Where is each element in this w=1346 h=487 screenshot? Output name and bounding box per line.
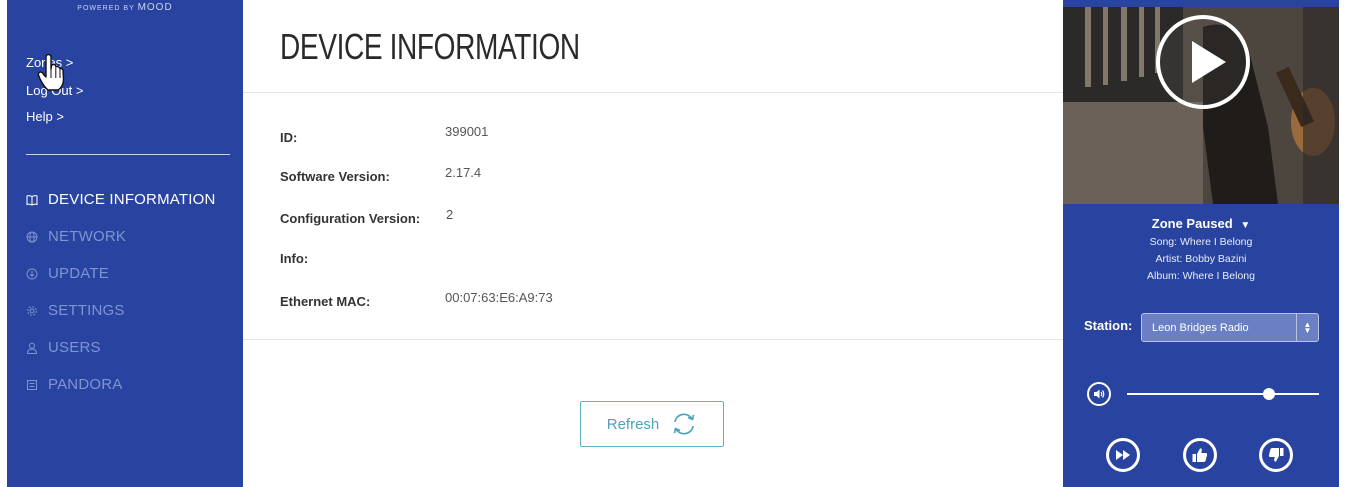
thumbs-down-button[interactable] — [1259, 438, 1293, 472]
sidebar-item-settings[interactable]: SETTINGS — [26, 292, 216, 329]
info-value: 399001 — [445, 124, 489, 139]
sidebar-item-label: SETTINGS — [48, 302, 125, 319]
info-value: 00:07:63:E6:A9:73 — [445, 290, 553, 305]
content-divider — [243, 339, 1063, 340]
sidebar-item-users[interactable]: USERS — [26, 329, 216, 366]
sidebar-item-label: UPDATE — [48, 265, 109, 282]
now-playing-panel: Zone Paused ▼ Song: Where I Belong Artis… — [1063, 0, 1339, 487]
info-label: Software Version: — [280, 169, 390, 184]
volume-slider-handle[interactable] — [1263, 388, 1276, 400]
account-links: Zones > Log Out > Help > — [26, 54, 83, 130]
page-title: DEVICE INFORMATION — [280, 26, 580, 67]
sidebar-item-update[interactable]: UPDATE — [26, 255, 216, 292]
info-value: 2 — [446, 207, 454, 222]
refresh-label: Refresh — [606, 415, 660, 433]
thumbs-down-icon — [1268, 448, 1284, 462]
skip-icon — [1116, 450, 1130, 460]
pandora-icon — [26, 379, 44, 391]
play-icon — [1192, 41, 1226, 83]
powered-by-text: POWERED BY — [77, 5, 135, 12]
user-icon — [26, 342, 44, 354]
zone-status-dropdown[interactable]: Zone Paused ▼ — [1063, 216, 1339, 231]
zone-status-label: Zone Paused — [1151, 216, 1233, 231]
zones-link[interactable]: Zones > — [26, 54, 83, 76]
refresh-button[interactable]: Refresh — [580, 401, 724, 447]
sidebar-item-network[interactable]: NETWORK — [26, 218, 216, 255]
brand-name: MOOD — [137, 2, 173, 13]
skip-button[interactable] — [1106, 438, 1140, 472]
sidebar-item-label: USERS — [48, 339, 101, 356]
sidebar-nav: DEVICE INFORMATION NETWORK UPDATE SETTIN… — [26, 181, 216, 403]
sidebar: POWERED BY MOOD Zones > Log Out > Help >… — [7, 0, 243, 487]
volume-icon[interactable] — [1087, 382, 1111, 406]
sidebar-item-device-information[interactable]: DEVICE INFORMATION — [26, 181, 216, 218]
gear-icon — [26, 305, 44, 317]
station-label: Station: — [1084, 318, 1133, 333]
help-link[interactable]: Help > — [26, 108, 83, 130]
select-arrows-icon: ▲ ▼ — [1296, 314, 1318, 341]
title-divider — [243, 92, 1063, 93]
thumbs-up-icon — [1192, 448, 1208, 462]
info-label: Ethernet MAC: — [280, 294, 371, 309]
volume-slider-track[interactable] — [1127, 393, 1319, 395]
sidebar-item-label: NETWORK — [48, 228, 127, 245]
artist-info: Artist: Bobby Bazini — [1155, 253, 1247, 265]
station-select[interactable]: Leon Bridges Radio ▲ ▼ — [1141, 313, 1319, 342]
info-value: 2.17.4 — [445, 165, 482, 180]
logout-link[interactable]: Log Out > — [26, 82, 83, 104]
station-selected-value: Leon Bridges Radio — [1152, 321, 1249, 334]
thumbs-up-button[interactable] — [1183, 438, 1217, 472]
info-label: Configuration Version: — [280, 211, 421, 226]
cloud-download-icon — [26, 268, 44, 280]
sidebar-item-pandora[interactable]: PANDORA — [26, 366, 216, 403]
brand-logo: POWERED BY MOOD — [7, 2, 243, 13]
info-label: ID: — [280, 130, 298, 145]
play-button[interactable] — [1156, 15, 1250, 109]
album-info: Album: Where I Belong — [1147, 270, 1255, 282]
song-info: Song: Where I Belong — [1149, 236, 1253, 248]
caret-down-icon: ▼ — [1240, 220, 1251, 231]
album-art — [1063, 7, 1339, 204]
sidebar-item-label: PANDORA — [48, 376, 123, 393]
refresh-icon — [673, 413, 695, 435]
book-icon — [26, 194, 44, 206]
globe-icon — [26, 231, 44, 243]
sidebar-divider — [26, 154, 230, 155]
info-label: Info: — [280, 251, 309, 266]
sidebar-item-label: DEVICE INFORMATION — [48, 191, 216, 208]
